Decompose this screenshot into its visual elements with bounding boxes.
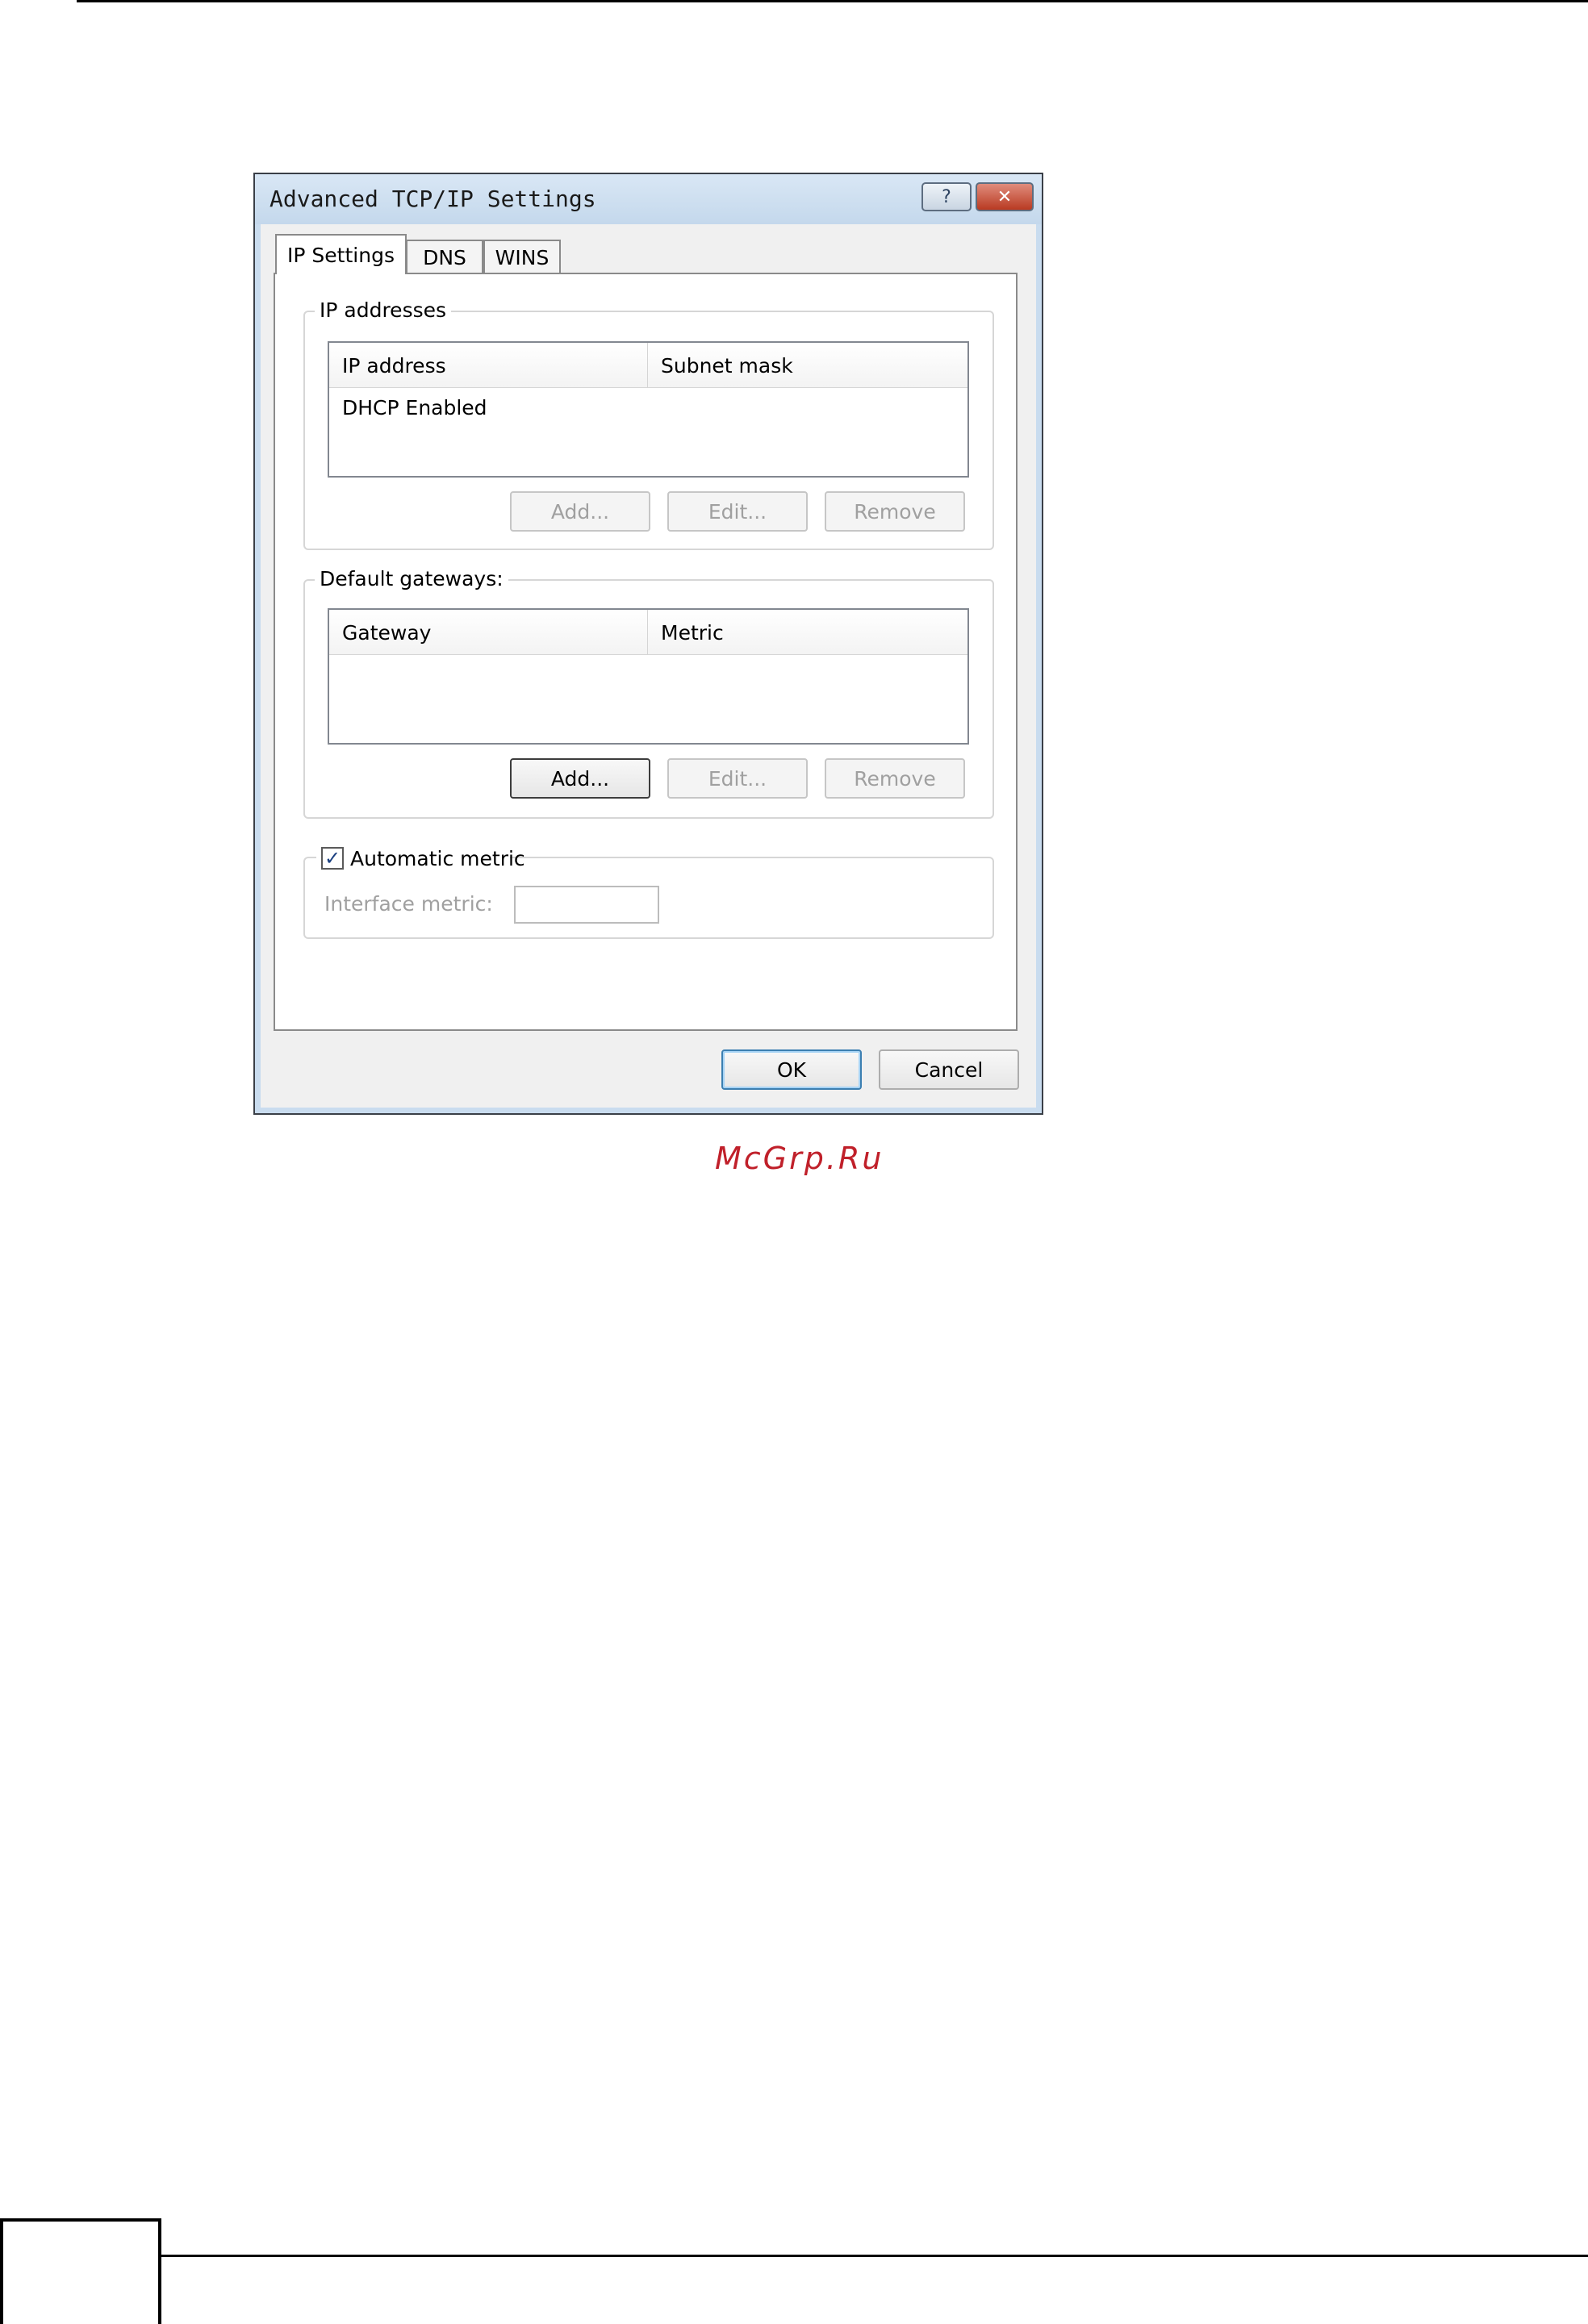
column-header-subnet-mask[interactable]: Subnet mask	[648, 343, 967, 388]
tab-ip-settings[interactable]: IP Settings	[275, 234, 407, 274]
close-icon: ✕	[997, 187, 1012, 207]
page-bottom-rule	[160, 2255, 1588, 2257]
close-button[interactable]: ✕	[976, 182, 1034, 211]
dialog-title: Advanced TCP/IP Settings	[270, 186, 596, 212]
interface-metric-input[interactable]	[514, 886, 659, 924]
checkmark-icon: ✓	[324, 849, 341, 868]
page-number-box	[0, 2218, 161, 2324]
column-header-gateway[interactable]: Gateway	[329, 610, 648, 655]
page-top-rule	[77, 0, 1588, 2]
column-header-ip-address[interactable]: IP address	[329, 343, 648, 388]
automatic-metric-label[interactable]: Automatic metric	[350, 847, 525, 870]
automatic-metric-checkbox[interactable]: ✓	[321, 847, 344, 870]
ip-add-button[interactable]: Add...	[510, 491, 650, 532]
watermark-text: McGrp.Ru	[715, 1141, 884, 1176]
ip-edit-button[interactable]: Edit...	[667, 491, 808, 532]
gateway-remove-button[interactable]: Remove	[825, 758, 965, 799]
help-button[interactable]: ?	[921, 182, 972, 211]
tab-dns[interactable]: DNS	[406, 240, 483, 274]
tab-wins[interactable]: WINS	[483, 240, 561, 274]
help-icon: ?	[942, 187, 951, 207]
ip-addresses-list[interactable]: IP address Subnet mask DHCP Enabled	[328, 341, 969, 478]
ip-addresses-list-header: IP address Subnet mask	[329, 343, 967, 388]
cancel-button[interactable]: Cancel	[879, 1049, 1019, 1090]
interface-metric-label: Interface metric:	[324, 892, 493, 916]
list-item[interactable]: DHCP Enabled	[342, 396, 487, 419]
ip-addresses-legend: IP addresses	[315, 298, 451, 322]
gateway-add-button[interactable]: Add...	[510, 758, 650, 799]
default-gateways-list-header: Gateway Metric	[329, 610, 967, 655]
dialog-titlebar[interactable]: Advanced TCP/IP Settings ? ✕	[255, 174, 1042, 224]
gateway-edit-button[interactable]: Edit...	[667, 758, 808, 799]
ip-remove-button[interactable]: Remove	[825, 491, 965, 532]
default-gateways-list[interactable]: Gateway Metric	[328, 608, 969, 745]
column-header-metric[interactable]: Metric	[648, 610, 967, 655]
ok-button[interactable]: OK	[721, 1049, 862, 1090]
default-gateways-legend: Default gateways:	[315, 567, 508, 590]
